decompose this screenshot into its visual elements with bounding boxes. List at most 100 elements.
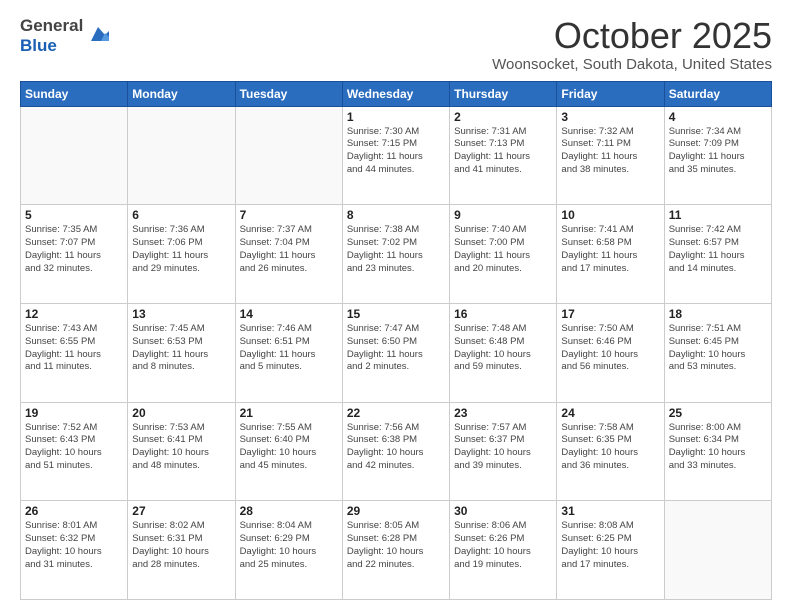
day-number: 7 [240,208,338,222]
day-info: Sunrise: 7:32 AMSunset: 7:11 PMDaylight:… [561,126,659,177]
day-info: Sunrise: 7:40 AMSunset: 7:00 PMDaylight:… [454,224,552,275]
day-info: Sunrise: 7:30 AMSunset: 7:15 PMDaylight:… [347,126,445,177]
table-row: 8 Sunrise: 7:38 AMSunset: 7:02 PMDaylight… [342,205,449,304]
day-info: Sunrise: 7:46 AMSunset: 6:51 PMDaylight:… [240,323,338,374]
day-number: 31 [561,504,659,518]
day-info: Sunrise: 8:04 AMSunset: 6:29 PMDaylight:… [240,520,338,571]
table-row [235,106,342,205]
day-info: Sunrise: 7:58 AMSunset: 6:35 PMDaylight:… [561,422,659,473]
day-number: 20 [132,406,230,420]
col-sunday: Sunday [21,81,128,106]
logo: General Blue [20,16,109,55]
day-number: 22 [347,406,445,420]
table-row: 3 Sunrise: 7:32 AMSunset: 7:11 PMDaylight… [557,106,664,205]
table-row: 10Sunrise: 7:41 AMSunset: 6:58 PMDayligh… [557,205,664,304]
day-number: 27 [132,504,230,518]
day-number: 21 [240,406,338,420]
day-number: 17 [561,307,659,321]
logo-icon [87,23,109,45]
table-row: 30Sunrise: 8:06 AMSunset: 6:26 PMDayligh… [450,501,557,600]
location: Woonsocket, South Dakota, United States [492,56,772,73]
day-info: Sunrise: 8:01 AMSunset: 6:32 PMDaylight:… [25,520,123,571]
day-number: 28 [240,504,338,518]
day-number: 2 [454,110,552,124]
calendar-row-2: 12 Sunrise: 7:43 AMSunset: 6:55 PMDayligh… [21,303,772,402]
day-number: 6 [132,208,230,222]
day-number: 9 [454,208,552,222]
table-row: 19Sunrise: 7:52 AMSunset: 6:43 PMDayligh… [21,402,128,501]
table-row: 31 Sunrise: 8:08 AMSunset: 6:25 PMDayligh… [557,501,664,600]
day-info: Sunrise: 7:52 AMSunset: 6:43 PMDaylight:… [25,422,123,473]
calendar-header-row: Sunday Monday Tuesday Wednesday Thursday… [21,81,772,106]
table-row: 16 Sunrise: 7:48 AMSunset: 6:48 PMDayligh… [450,303,557,402]
day-number: 11 [669,208,767,222]
day-info: Sunrise: 7:50 AMSunset: 6:46 PMDaylight:… [561,323,659,374]
table-row: 24Sunrise: 7:58 AMSunset: 6:35 PMDayligh… [557,402,664,501]
day-number: 15 [347,307,445,321]
table-row: 13 Sunrise: 7:45 AMSunset: 6:53 PMDayligh… [128,303,235,402]
table-row [664,501,771,600]
col-tuesday: Tuesday [235,81,342,106]
day-info: Sunrise: 7:31 AMSunset: 7:13 PMDaylight:… [454,126,552,177]
day-number: 10 [561,208,659,222]
day-info: Sunrise: 8:08 AMSunset: 6:25 PMDaylight:… [561,520,659,571]
day-info: Sunrise: 8:05 AMSunset: 6:28 PMDaylight:… [347,520,445,571]
table-row: 11Sunrise: 7:42 AMSunset: 6:57 PMDayligh… [664,205,771,304]
logo-general: General [20,16,83,36]
table-row: 28 Sunrise: 8:04 AMSunset: 6:29 PMDayligh… [235,501,342,600]
day-number: 5 [25,208,123,222]
day-info: Sunrise: 7:56 AMSunset: 6:38 PMDaylight:… [347,422,445,473]
day-number: 23 [454,406,552,420]
day-info: Sunrise: 7:57 AMSunset: 6:37 PMDaylight:… [454,422,552,473]
day-info: Sunrise: 7:45 AMSunset: 6:53 PMDaylight:… [132,323,230,374]
day-number: 8 [347,208,445,222]
day-info: Sunrise: 8:02 AMSunset: 6:31 PMDaylight:… [132,520,230,571]
day-number: 12 [25,307,123,321]
day-number: 25 [669,406,767,420]
calendar-row-3: 19Sunrise: 7:52 AMSunset: 6:43 PMDayligh… [21,402,772,501]
day-info: Sunrise: 7:47 AMSunset: 6:50 PMDaylight:… [347,323,445,374]
day-info: Sunrise: 7:37 AMSunset: 7:04 PMDaylight:… [240,224,338,275]
day-info: Sunrise: 8:00 AMSunset: 6:34 PMDaylight:… [669,422,767,473]
calendar-row-4: 26 Sunrise: 8:01 AMSunset: 6:32 PMDayligh… [21,501,772,600]
table-row: 5Sunrise: 7:35 AMSunset: 7:07 PMDaylight… [21,205,128,304]
day-info: Sunrise: 7:53 AMSunset: 6:41 PMDaylight:… [132,422,230,473]
month-title: October 2025 [492,16,772,56]
day-info: Sunrise: 7:38 AMSunset: 7:02 PMDaylight:… [347,224,445,275]
logo-blue: Blue [20,36,83,56]
table-row: 18Sunrise: 7:51 AMSunset: 6:45 PMDayligh… [664,303,771,402]
day-number: 1 [347,110,445,124]
table-row: 7 Sunrise: 7:37 AMSunset: 7:04 PMDaylight… [235,205,342,304]
table-row: 17 Sunrise: 7:50 AMSunset: 6:46 PMDayligh… [557,303,664,402]
calendar-row-1: 5Sunrise: 7:35 AMSunset: 7:07 PMDaylight… [21,205,772,304]
col-monday: Monday [128,81,235,106]
calendar-table: Sunday Monday Tuesday Wednesday Thursday… [20,81,772,600]
day-info: Sunrise: 7:34 AMSunset: 7:09 PMDaylight:… [669,126,767,177]
day-number: 14 [240,307,338,321]
day-info: Sunrise: 7:48 AMSunset: 6:48 PMDaylight:… [454,323,552,374]
table-row: 27 Sunrise: 8:02 AMSunset: 6:31 PMDayligh… [128,501,235,600]
table-row: 23 Sunrise: 7:57 AMSunset: 6:37 PMDayligh… [450,402,557,501]
table-row: 4Sunrise: 7:34 AMSunset: 7:09 PMDaylight… [664,106,771,205]
day-number: 18 [669,307,767,321]
table-row [128,106,235,205]
day-number: 3 [561,110,659,124]
table-row: 29 Sunrise: 8:05 AMSunset: 6:28 PMDayligh… [342,501,449,600]
table-row: 14 Sunrise: 7:46 AMSunset: 6:51 PMDayligh… [235,303,342,402]
day-number: 26 [25,504,123,518]
table-row: 6 Sunrise: 7:36 AMSunset: 7:06 PMDaylight… [128,205,235,304]
day-info: Sunrise: 7:55 AMSunset: 6:40 PMDaylight:… [240,422,338,473]
calendar-row-0: 1 Sunrise: 7:30 AMSunset: 7:15 PMDaylight… [21,106,772,205]
table-row: 22 Sunrise: 7:56 AMSunset: 6:38 PMDayligh… [342,402,449,501]
day-number: 16 [454,307,552,321]
table-row: 20 Sunrise: 7:53 AMSunset: 6:41 PMDayligh… [128,402,235,501]
day-info: Sunrise: 7:36 AMSunset: 7:06 PMDaylight:… [132,224,230,275]
table-row: 25 Sunrise: 8:00 AMSunset: 6:34 PMDayligh… [664,402,771,501]
day-info: Sunrise: 7:43 AMSunset: 6:55 PMDaylight:… [25,323,123,374]
table-row: 2 Sunrise: 7:31 AMSunset: 7:13 PMDaylight… [450,106,557,205]
page: General Blue October 2025 Woonsocket, So… [0,0,792,612]
day-number: 29 [347,504,445,518]
day-number: 13 [132,307,230,321]
col-friday: Friday [557,81,664,106]
table-row: 9 Sunrise: 7:40 AMSunset: 7:00 PMDaylight… [450,205,557,304]
